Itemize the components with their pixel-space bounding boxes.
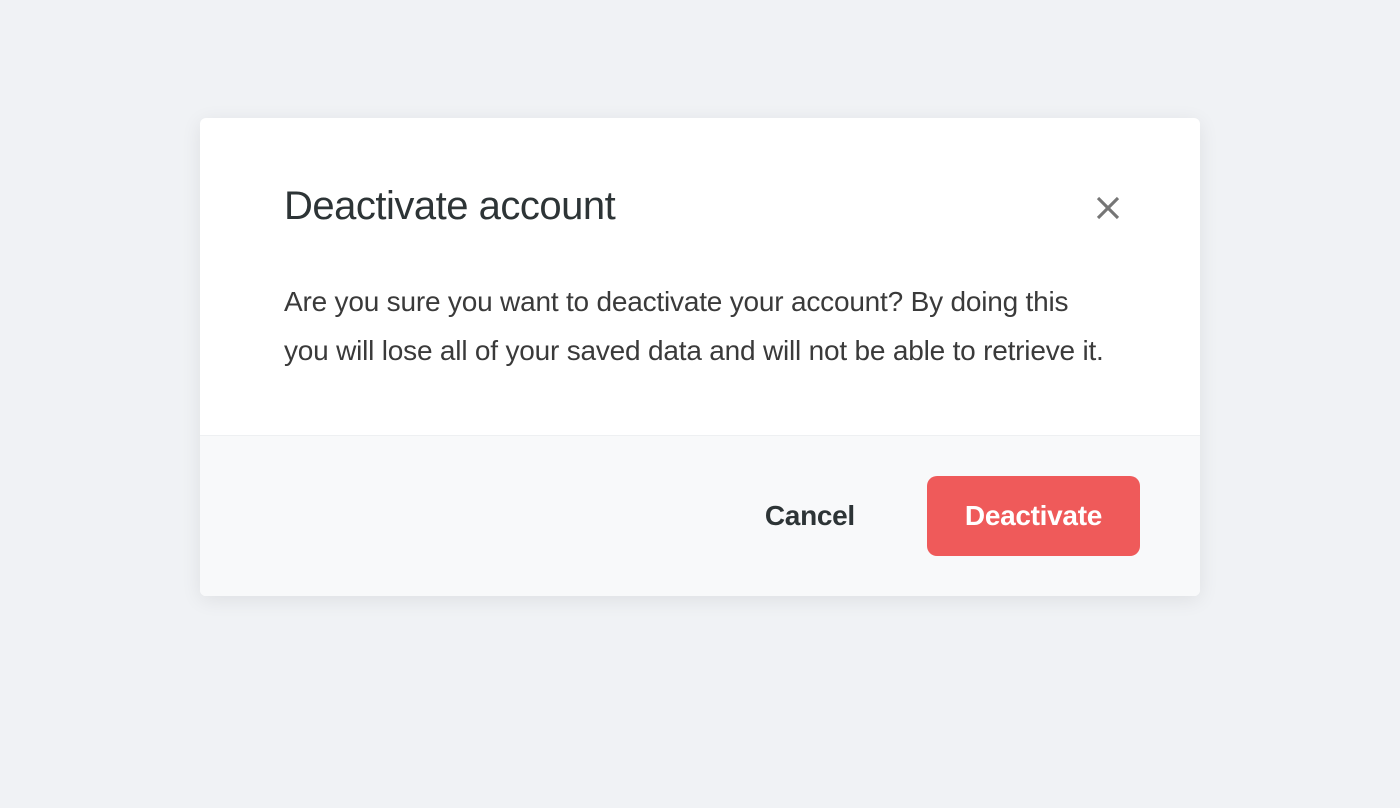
dialog-footer: Cancel Deactivate <box>200 435 1200 596</box>
dialog-body: Deactivate account Are you sure you want… <box>200 118 1200 435</box>
deactivate-button[interactable]: Deactivate <box>927 476 1140 556</box>
dialog-message: Are you sure you want to deactivate your… <box>284 277 1116 375</box>
dialog-title: Deactivate account <box>284 184 1116 229</box>
deactivate-account-dialog: Deactivate account Are you sure you want… <box>200 118 1200 596</box>
close-icon <box>1093 193 1123 223</box>
cancel-button[interactable]: Cancel <box>741 488 879 544</box>
close-button[interactable] <box>1090 190 1126 226</box>
